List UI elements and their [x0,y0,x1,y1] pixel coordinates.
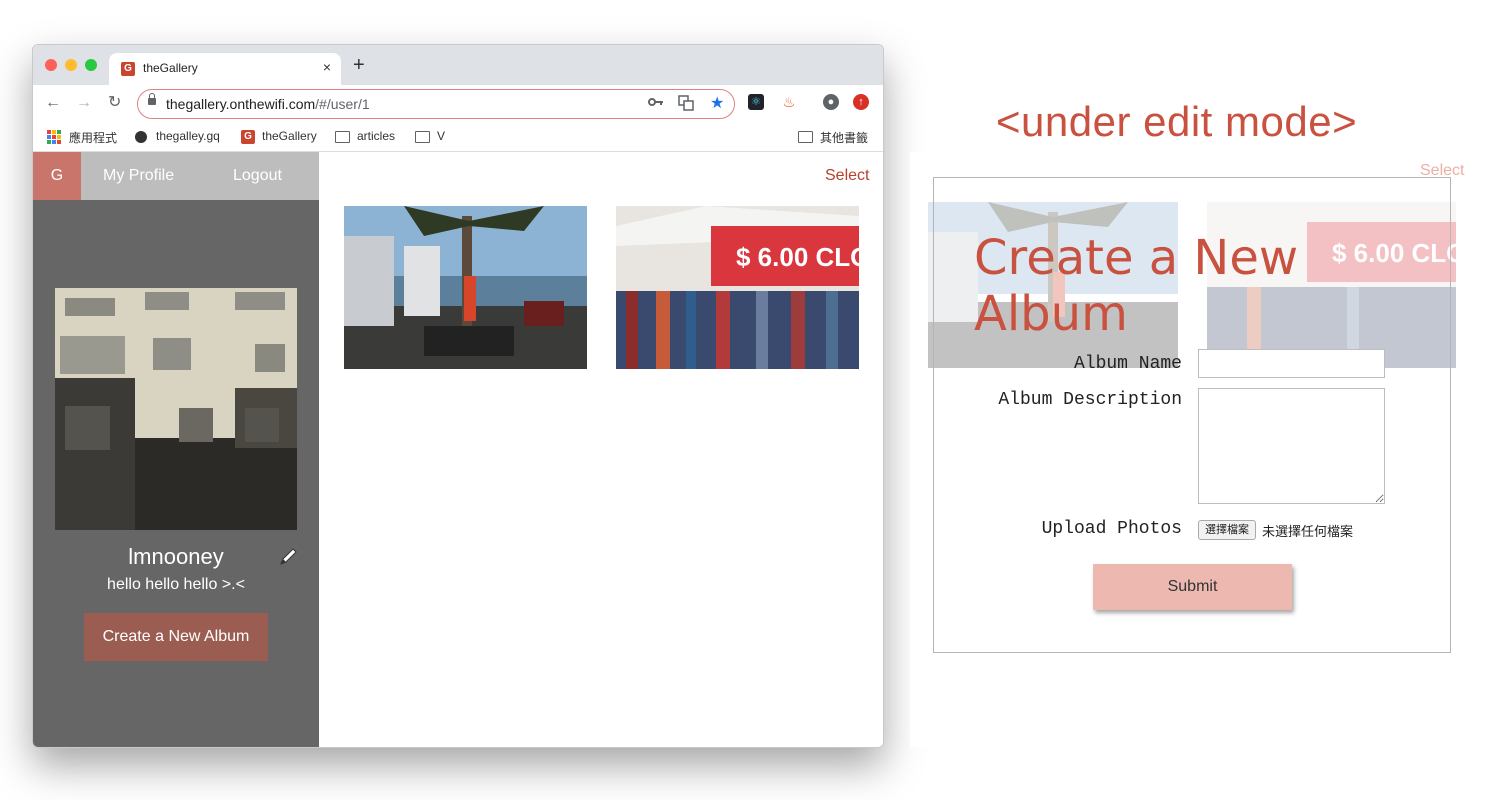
choose-file-button[interactable]: 選擇檔案 [1198,520,1256,540]
flame-extension-icon[interactable]: ♨ [781,94,797,110]
url-text: thegallery.onthewifi.com/#/user/1 [166,96,370,112]
folder-icon [798,131,813,143]
select-link[interactable]: Select [825,167,869,185]
file-status: 未選擇任何檔案 [1262,524,1354,539]
tab-thegallery[interactable]: G theGallery × [109,53,341,85]
gallery-favicon-icon: G [241,130,255,144]
maximize-window-button[interactable] [85,59,97,71]
album-photo-beach[interactable] [344,206,587,369]
gallery-favicon-icon: G [121,62,135,76]
folder-icon [335,131,350,143]
album-description-textarea[interactable] [1198,388,1385,504]
bookmark-thegallery[interactable]: theGallery [262,129,317,143]
modal-title: Create a New Album [974,230,1299,342]
svg-text:$ 6.00 CLO: $ 6.00 CLO [736,242,859,272]
lock-icon [148,93,156,105]
new-tab-button[interactable]: + [353,55,365,75]
bookmark-thegalley-gq[interactable]: thegalley.gq [156,129,220,143]
close-icon[interactable]: × [323,59,331,75]
close-window-button[interactable] [45,59,57,71]
nav-logout[interactable]: Logout [233,167,282,185]
bookmark-apps[interactable]: 應用程式 [69,129,117,146]
profile-icon[interactable]: ● [823,94,839,110]
album-description-label: Album Description [998,390,1182,410]
app-logo[interactable]: G [33,152,81,200]
nav-my-profile[interactable]: My Profile [103,167,174,185]
browser-window: G theGallery × + ← → ↻ thegallery.onthew… [32,44,884,748]
minimize-window-button[interactable] [65,59,77,71]
album-photo-market[interactable]: $ 6.00 CLO [616,206,859,369]
folder-icon [415,131,430,143]
app-page: G My Profile Logout lmnooney hello hello… [33,152,883,747]
reload-icon[interactable]: ↻ [108,94,121,112]
bookmarks-bar: 應用程式 thegalley.gq G theGallery articles … [33,123,883,152]
top-nav: G My Profile Logout [33,152,319,200]
album-name-label: Album Name [1073,354,1182,374]
submit-button[interactable]: Submit [1093,564,1292,610]
album-name-input[interactable] [1198,349,1385,378]
other-bookmarks[interactable]: 其他書籤 [820,129,868,146]
react-devtools-icon[interactable]: ⚛ [748,94,764,110]
bookmark-articles[interactable]: articles [357,129,395,143]
tab-bar: G theGallery × + [33,45,883,85]
forward-arrow-icon[interactable]: → [76,94,92,112]
browser-toolbar: ← → ↻ thegallery.onthewifi.com/#/user/1 … [33,85,883,123]
apps-grid-icon [47,130,61,144]
upload-photos-label: Upload Photos [1041,519,1182,539]
create-album-button[interactable]: Create a New Album [84,613,268,661]
bookmark-star-icon[interactable]: ★ [710,93,724,113]
profile-bio: hello hello hello >.< [107,576,245,593]
tab-title: theGallery [143,61,198,75]
profile-username: lmnooney [128,544,224,569]
profile-sidebar: G My Profile Logout lmnooney hello hello… [33,152,319,747]
back-arrow-icon[interactable]: ← [45,94,61,112]
avatar [55,288,297,530]
address-bar[interactable]: thegallery.onthewifi.com/#/user/1 ★ [137,89,735,119]
globe-icon [135,131,147,143]
bookmark-v[interactable]: V [437,129,445,143]
key-icon[interactable] [648,95,664,112]
edit-pencil-icon[interactable] [279,548,297,566]
edit-mode-heading: <under edit mode> [996,98,1358,145]
update-icon[interactable]: ↑ [853,94,869,110]
translate-icon[interactable] [678,95,694,114]
